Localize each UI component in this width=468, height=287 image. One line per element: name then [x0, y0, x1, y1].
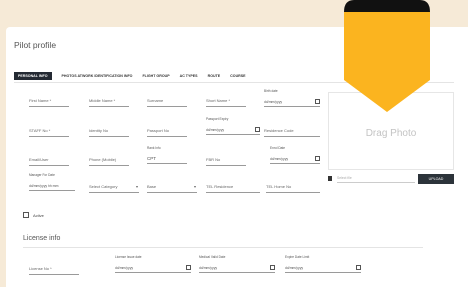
medical-date-value: dd/mm/yyyy [199, 266, 218, 270]
calendar-icon[interactable] [186, 265, 191, 270]
first-name-placeholder: First Name * [29, 98, 52, 103]
middle-name-placeholder: Middle Name * [89, 98, 116, 103]
expire-date-value: dd/mm/yyyy [285, 266, 304, 270]
select-category-dropdown[interactable]: Select Category ▾ [89, 180, 139, 193]
license-issue-value: dd/mm/yyyy [115, 266, 134, 270]
tab-photos[interactable]: PHOTOS ATWORK IDENTIFICATION INFO [62, 74, 133, 78]
birth-date-label: Birth date [264, 89, 278, 93]
chevron-down-icon: ▾ [193, 184, 196, 189]
residence-code-placeholder: Residence Code [264, 128, 294, 133]
short-name-placeholder: Short Name * [206, 98, 231, 103]
residence-code-field[interactable]: Residence Code [264, 124, 320, 137]
medical-date-label: Medical Valid Date [199, 255, 226, 259]
file-name-input[interactable]: Select file [337, 176, 415, 183]
surname-field[interactable]: Surname [147, 94, 187, 107]
calendar-icon[interactable] [270, 265, 275, 270]
tab-ac-types[interactable]: AC TYPES [180, 74, 198, 78]
active-checkbox[interactable] [23, 212, 29, 218]
middle-name-field[interactable]: Middle Name * [89, 94, 129, 107]
staff-no-field[interactable]: STAFF No * [29, 124, 69, 137]
employee-no-field[interactable]: FBR No [206, 153, 246, 166]
email-field[interactable]: Email/User [29, 153, 69, 166]
identity-no-field[interactable]: Identity No [89, 124, 129, 137]
passport-expiry-label: Passport Expiry [206, 117, 229, 121]
file-icon [328, 176, 332, 181]
tab-personal-info[interactable]: PERSONAL INFO [14, 71, 52, 80]
employee-no-placeholder: FBR No [206, 157, 221, 162]
passport-no-field[interactable]: Passport No [147, 124, 187, 137]
enrol-date-label: Enrol Date [270, 146, 286, 150]
rank-label: Rank Info [147, 146, 161, 150]
upload-button[interactable]: UPLOAD [418, 174, 454, 184]
medical-date-field[interactable]: Medical Valid Date dd/mm/yyyy [199, 255, 275, 273]
calendar-icon[interactable] [255, 127, 260, 132]
short-name-field[interactable]: Short Name * [206, 94, 246, 107]
chevron-down-icon: ▾ [135, 184, 138, 189]
manager-date-label: Manager For Date [29, 173, 55, 177]
license-issue-field[interactable]: License Issue date dd/mm/yyyy [115, 255, 191, 273]
birth-date-value: dd/mm/yyyy [264, 100, 283, 104]
tab-bar: PERSONAL INFO PHOTOS ATWORK IDENTIFICATI… [14, 70, 256, 81]
manager-date-field[interactable]: Manager For Date dd/mm/yyyy hh:mm [29, 173, 75, 191]
expire-date-field[interactable]: Expire Date Limit dd/mm/yyyy [285, 255, 361, 273]
email-placeholder: Email/User [29, 157, 49, 162]
staff-no-placeholder: STAFF No * [29, 128, 51, 133]
expire-date-label: Expire Date Limit [285, 255, 310, 259]
rank-value: CPT [147, 156, 156, 161]
base-placeholder: Base [147, 184, 157, 189]
manager-date-value: dd/mm/yyyy hh:mm [29, 184, 59, 188]
drag-photo-text: Drag Photo [365, 128, 417, 139]
surname-placeholder: Surname [147, 98, 164, 103]
page-title: Pilot profile [14, 40, 57, 50]
bookmark-ribbon-icon [344, 0, 430, 112]
first-name-field[interactable]: First Name * [29, 94, 69, 107]
phone-field[interactable]: Phone (Mobile) [89, 153, 129, 166]
passport-no-placeholder: Passport No [147, 128, 170, 133]
license-no-field[interactable]: License No * [29, 262, 79, 275]
passport-expiry-field[interactable]: Passport Expiry dd/mm/yyyy [206, 117, 260, 135]
photo-upload-row: Select file UPLOAD [328, 174, 454, 184]
base-dropdown[interactable]: Base ▾ [147, 180, 197, 193]
tab-flight-group[interactable]: FLIGHT GROUP [142, 74, 169, 78]
license-no-placeholder: License No * [29, 266, 52, 271]
identity-no-placeholder: Identity No [89, 128, 109, 133]
enrol-date-field[interactable]: Enrol Date dd/mm/yyyy [270, 146, 320, 164]
tel-residence-placeholder: TEL Residence [206, 184, 234, 189]
enrol-date-value: dd/mm/yyyy [270, 157, 289, 161]
calendar-icon[interactable] [356, 265, 361, 270]
license-section-title: License info [23, 235, 61, 242]
license-issue-label: License Issue date [115, 255, 142, 259]
tab-route[interactable]: ROUTE [208, 74, 221, 78]
birth-date-field[interactable]: Birth date dd/mm/yyyy [264, 89, 320, 107]
tel-home-field[interactable]: TEL Home No [266, 180, 320, 193]
active-label: Active [33, 213, 44, 218]
section-divider [23, 247, 423, 248]
tel-home-placeholder: TEL Home No [266, 184, 292, 189]
passport-expiry-value: dd/mm/yyyy [206, 128, 225, 132]
select-category-placeholder: Select Category [89, 184, 118, 189]
calendar-icon[interactable] [315, 99, 320, 104]
rank-field[interactable]: Rank Info CPT [147, 146, 187, 164]
tel-residence-field[interactable]: TEL Residence [206, 180, 260, 193]
calendar-icon[interactable] [315, 156, 320, 161]
tab-course[interactable]: COURSE [230, 74, 245, 78]
phone-placeholder: Phone (Mobile) [89, 157, 117, 162]
